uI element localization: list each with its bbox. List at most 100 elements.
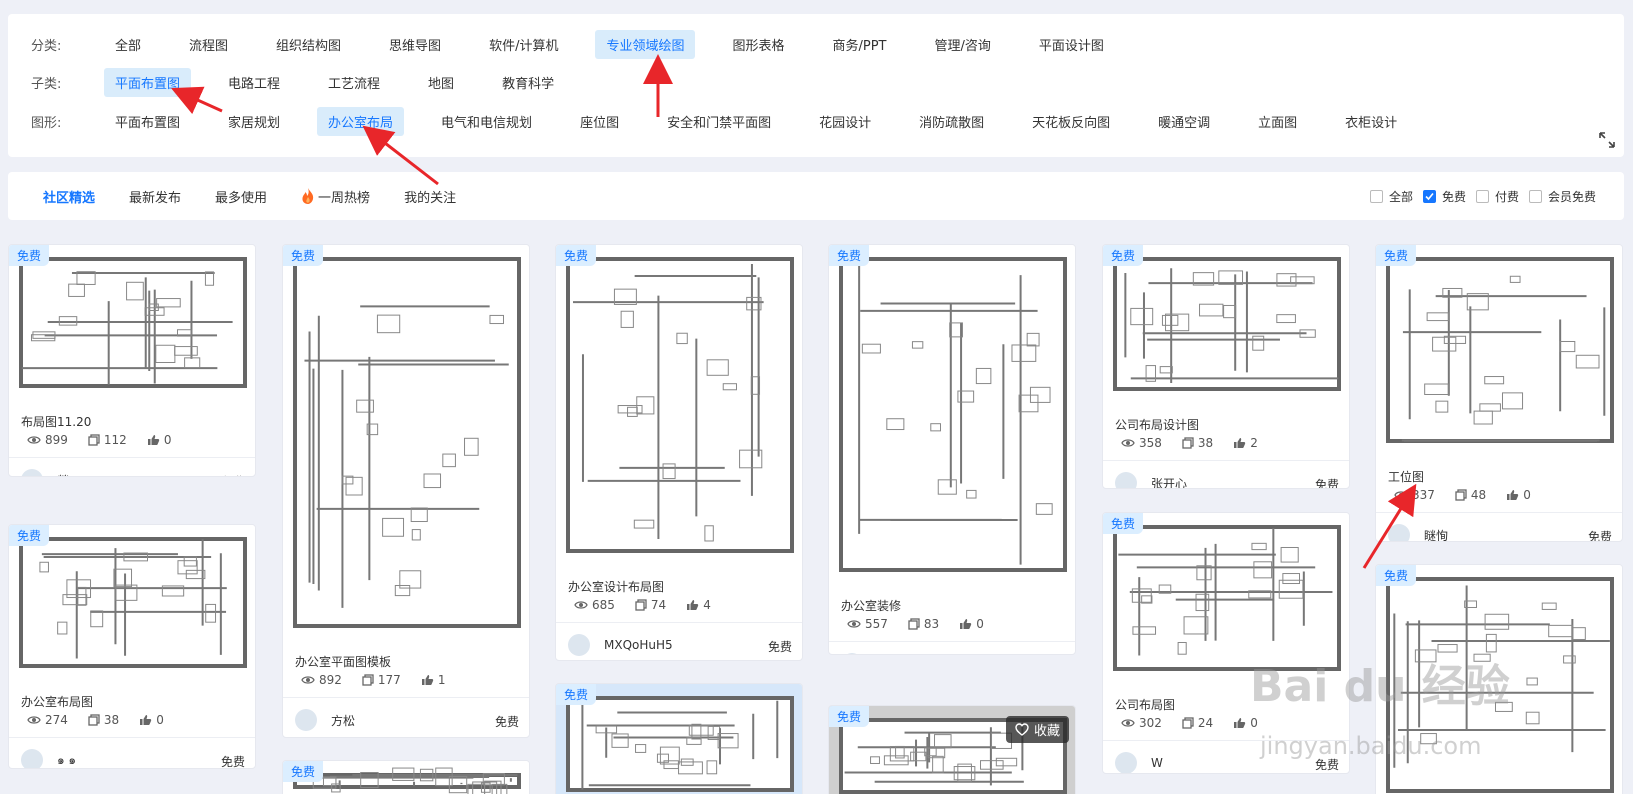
- card-author[interactable]: 瞇恂: [1388, 524, 1448, 542]
- card-thumbnail[interactable]: [1103, 513, 1349, 683]
- card-title[interactable]: 办公室布局图: [21, 693, 93, 710]
- card-author[interactable]: 瑩.: [21, 469, 73, 477]
- category-chip[interactable]: 组织结构图: [265, 30, 352, 59]
- avatar[interactable]: [568, 634, 590, 656]
- author-name[interactable]: MXQoHuH5: [604, 638, 673, 652]
- card-thumbnail[interactable]: [9, 525, 255, 680]
- avatar[interactable]: [21, 749, 43, 768]
- template-card[interactable]: 免费 办公室设计布局图 685 74 4 MXQoHuH5 免费: [555, 244, 803, 661]
- author-name[interactable]: 瑩.: [57, 472, 73, 477]
- template-card[interactable]: 免费办公室装修 557 83 0 MXKlxuqC 免费: [828, 244, 1076, 655]
- tab-latest[interactable]: 最新发布: [129, 187, 181, 206]
- shape-chip[interactable]: 消防疏散图: [908, 107, 995, 136]
- card-thumbnail[interactable]: [1376, 565, 1622, 794]
- card-author[interactable]: W: [1115, 752, 1163, 773]
- shape-chip[interactable]: 花园设计: [808, 107, 882, 136]
- tab-most-used[interactable]: 最多使用: [215, 187, 267, 206]
- author-name[interactable]: 方松: [331, 712, 355, 729]
- card-title[interactable]: 公司布局图: [1115, 696, 1175, 713]
- card-title[interactable]: 公司布局设计图: [1115, 416, 1199, 433]
- avatar[interactable]: [1115, 752, 1137, 773]
- card-thumbnail[interactable]: [556, 245, 802, 565]
- expand-icon[interactable]: [1598, 131, 1616, 149]
- shape-chip[interactable]: 平面布置图: [104, 107, 191, 136]
- views-stat: 337: [1394, 488, 1435, 502]
- favorite-button[interactable]: 收藏: [1005, 716, 1069, 743]
- tab-community[interactable]: 社区精选: [43, 187, 95, 206]
- price-filter-free[interactable]: 免费: [1422, 188, 1466, 205]
- avatar[interactable]: [1388, 524, 1410, 541]
- card-author[interactable]: ๑ ๑: [21, 749, 76, 769]
- subcategory-chip[interactable]: 电路工程: [217, 68, 291, 97]
- card-thumbnail[interactable]: [1103, 245, 1349, 403]
- price-filter-paid[interactable]: 付费: [1475, 188, 1519, 205]
- author-name[interactable]: W: [1151, 756, 1163, 770]
- category-chip-active[interactable]: 专业领域绘图: [595, 29, 696, 59]
- tab-following[interactable]: 我的关注: [404, 187, 456, 206]
- author-name[interactable]: ๑ ๑: [57, 751, 76, 769]
- card-thumbnail[interactable]: [9, 245, 255, 400]
- checkbox[interactable]: [1475, 189, 1489, 203]
- shape-chip[interactable]: 家居规划: [217, 107, 291, 136]
- template-card[interactable]: 免费布局图11.20 899 112 0 瑩. 免费: [8, 244, 256, 477]
- avatar[interactable]: [841, 653, 863, 654]
- category-chip[interactable]: 平面设计图: [1028, 30, 1115, 59]
- shape-chip-active[interactable]: 办公室布局: [317, 106, 405, 136]
- checkbox[interactable]: [1369, 189, 1383, 203]
- template-card[interactable]: 免费 办公室布局图 274 38 0 ๑ ๑ 免费: [8, 524, 256, 769]
- card-title[interactable]: 办公室平面图模板: [295, 653, 391, 670]
- price-filter-all[interactable]: 全部: [1369, 188, 1413, 205]
- card-title[interactable]: 工位图: [1388, 468, 1424, 485]
- template-card[interactable]: 免费 工位图 337 48 0 瞇恂 免费: [1375, 244, 1623, 542]
- category-chip[interactable]: 管理/咨询: [923, 30, 1001, 59]
- subcategory-chip[interactable]: 教育科学: [491, 68, 565, 97]
- likes-count: 0: [163, 433, 172, 447]
- template-card[interactable]: 免费: [555, 683, 803, 794]
- category-chip[interactable]: 全部: [104, 30, 152, 59]
- card-divider: [1103, 460, 1349, 461]
- card-author[interactable]: 方松: [295, 709, 355, 731]
- subcategory-chip[interactable]: 地图: [417, 68, 465, 97]
- card-thumbnail[interactable]: [283, 245, 529, 640]
- avatar[interactable]: [21, 469, 43, 476]
- checkbox-checked[interactable]: [1422, 189, 1436, 203]
- checkbox[interactable]: [1528, 189, 1542, 203]
- shape-chip[interactable]: 安全和门禁平面图: [656, 107, 782, 136]
- shape-chip[interactable]: 电气和电信规划: [430, 107, 543, 136]
- template-card[interactable]: 免费 公司布局图 302 24 0 W 免费: [1102, 512, 1350, 774]
- card-title[interactable]: 办公室设计布局图: [568, 578, 664, 595]
- template-card[interactable]: 免费: [282, 760, 530, 794]
- category-chip[interactable]: 软件/计算机: [478, 30, 569, 59]
- shape-chip[interactable]: 衣柜设计: [1334, 107, 1408, 136]
- card-thumbnail[interactable]: [1376, 245, 1622, 455]
- template-card[interactable]: 免费 收藏: [828, 705, 1076, 794]
- shape-chip[interactable]: 暖通空调: [1147, 107, 1221, 136]
- free-badge: 免费: [1376, 565, 1417, 586]
- card-author[interactable]: MXKlxuqC: [841, 653, 937, 654]
- avatar[interactable]: [295, 709, 317, 731]
- shape-chip[interactable]: 天花板反向图: [1021, 107, 1121, 136]
- author-name[interactable]: 张开心: [1151, 475, 1187, 489]
- category-chip[interactable]: 思维导图: [378, 30, 452, 59]
- avatar[interactable]: [1115, 472, 1137, 488]
- card-title[interactable]: 办公室装修: [841, 597, 901, 614]
- views-stat: 892: [301, 673, 342, 687]
- category-chip[interactable]: 图形表格: [721, 30, 795, 59]
- price-filter-member[interactable]: 会员免费: [1528, 188, 1596, 205]
- template-card[interactable]: 免费 办公室平面图模板 892 177 1 方松 免费: [282, 244, 530, 738]
- template-card[interactable]: 免费 公司布局设计图 358 38 2 张开心 免费: [1102, 244, 1350, 489]
- template-card[interactable]: 免费: [1375, 564, 1623, 794]
- card-title[interactable]: 布局图11.20: [21, 413, 91, 430]
- shape-chip[interactable]: 座位图: [569, 107, 630, 136]
- subcategory-chip[interactable]: 工艺流程: [317, 68, 391, 97]
- eye-icon: [1121, 719, 1135, 727]
- author-name[interactable]: 瞇恂: [1424, 527, 1448, 542]
- category-chip[interactable]: 流程图: [178, 30, 239, 59]
- card-author[interactable]: MXQoHuH5: [568, 634, 673, 656]
- card-thumbnail[interactable]: [829, 245, 1075, 584]
- card-author[interactable]: 张开心: [1115, 472, 1187, 489]
- shape-chip[interactable]: 立面图: [1247, 107, 1308, 136]
- tab-weekly-hot[interactable]: 一周热榜: [301, 187, 370, 206]
- category-chip[interactable]: 商务/PPT: [821, 30, 897, 59]
- subcategory-chip-active[interactable]: 平面布置图: [104, 67, 192, 97]
